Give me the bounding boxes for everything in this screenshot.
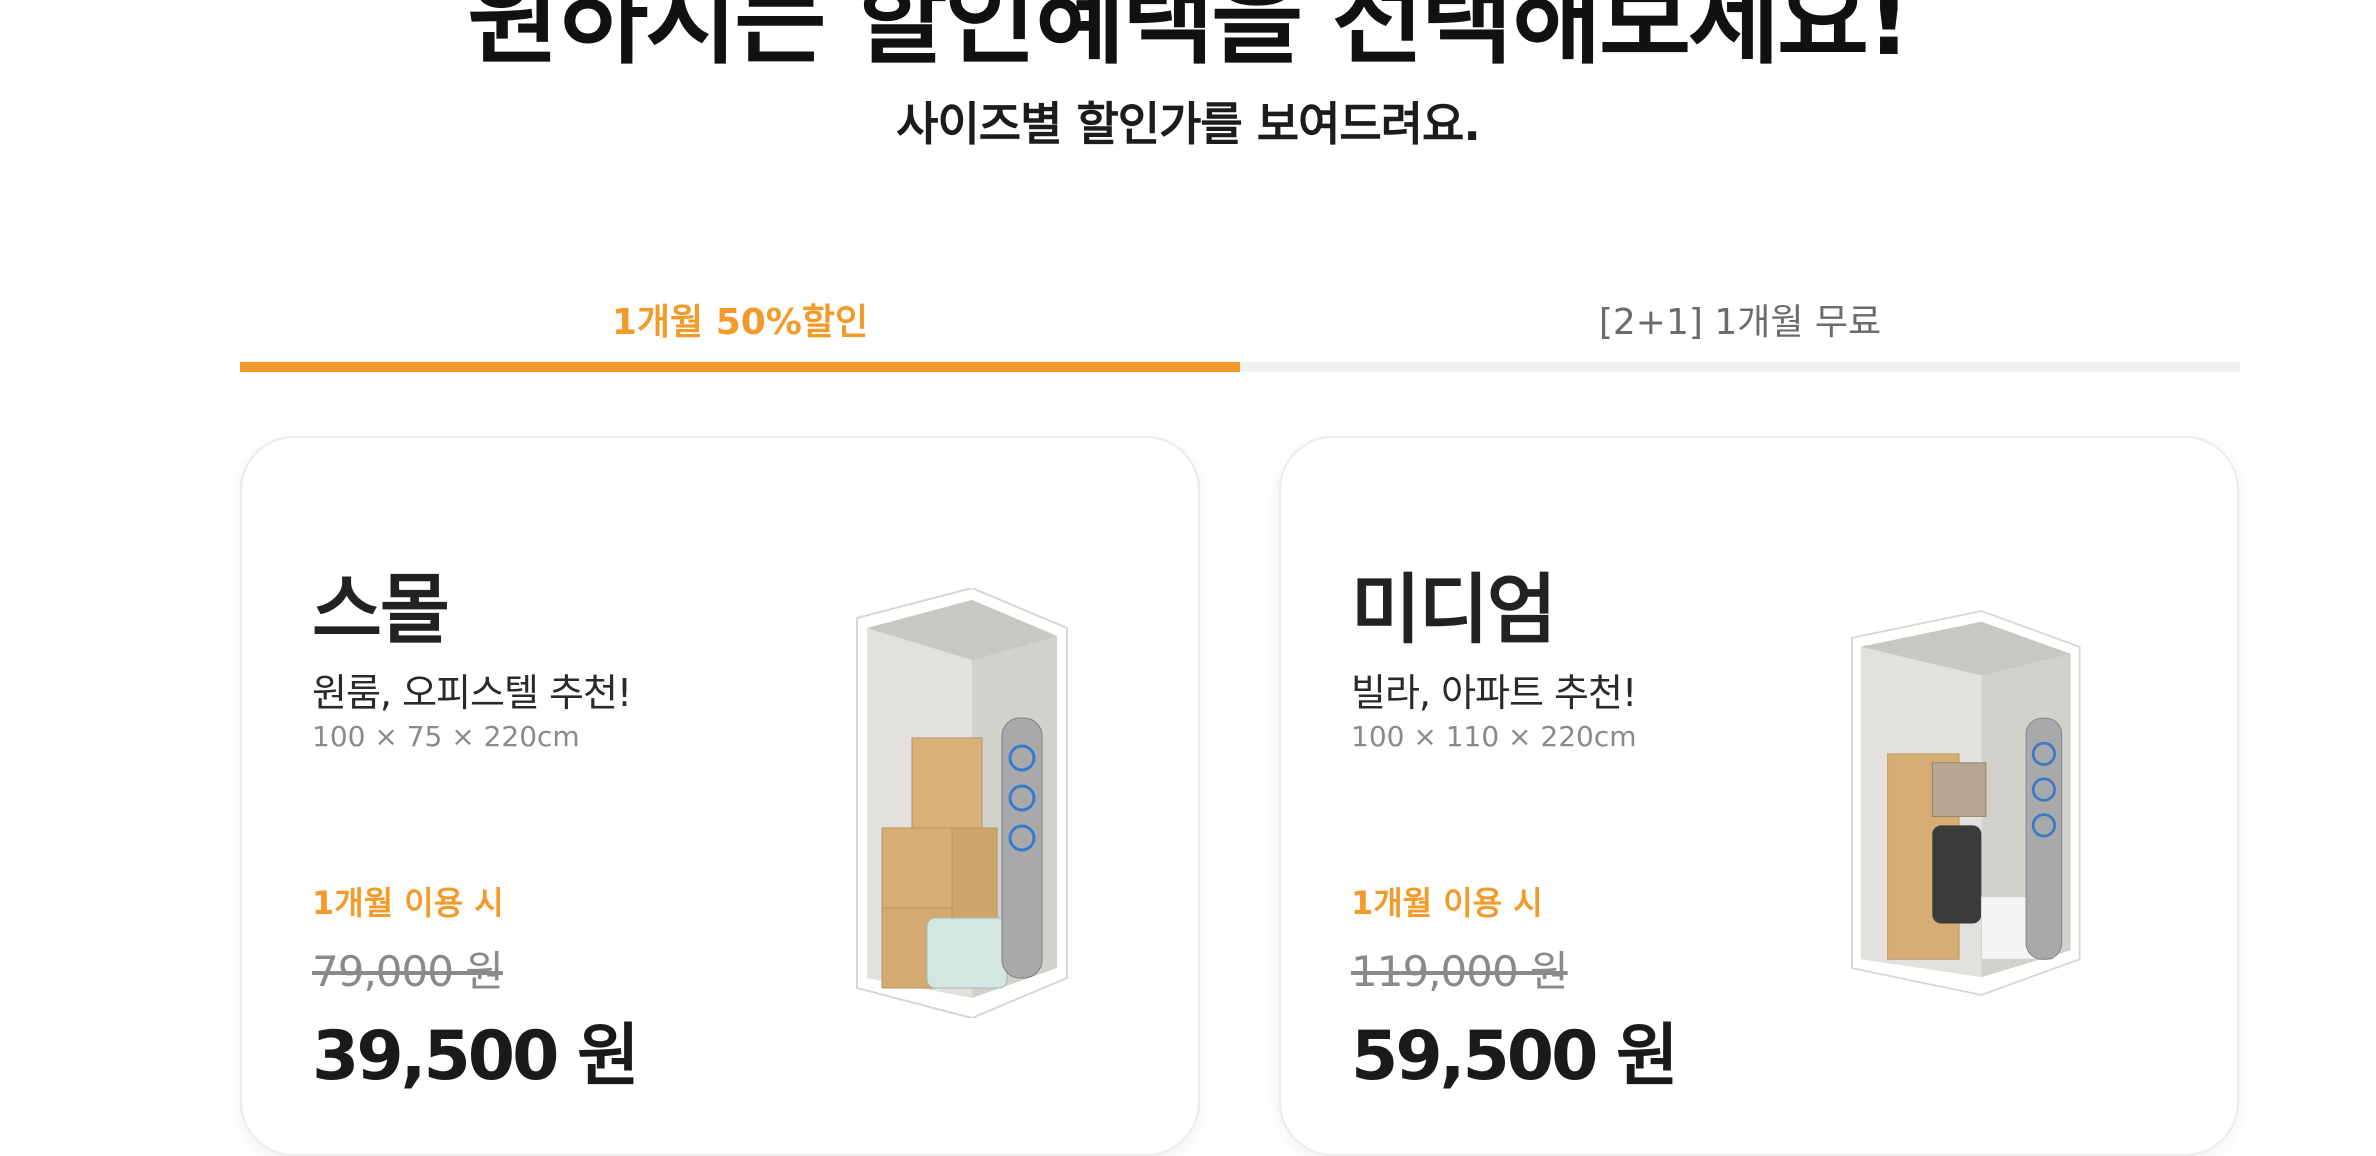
card-original-price: 119,000 원 xyxy=(1351,947,1569,996)
tab-monthly-50-discount[interactable]: 1개월 50%할인 xyxy=(240,280,1240,372)
discount-tabs: 1개월 50%할인 [2+1] 1개월 무료 xyxy=(240,280,2240,372)
card-dimensions: 100 × 110 × 220cm xyxy=(1351,720,1637,753)
card-title: 미디엄 xyxy=(1351,565,1557,654)
card-dimensions: 100 × 75 × 220cm xyxy=(312,720,580,753)
tab-label: 1개월 50%할인 xyxy=(611,302,869,343)
storage-unit-small-illustration xyxy=(856,588,1068,1018)
card-description: 빌라, 아파트 추천! xyxy=(1351,671,1637,715)
card-period-label: 1개월 이용 시 xyxy=(312,884,504,922)
card-description: 원룸, 오피스텔 추천! xyxy=(312,671,632,715)
page-subheading: 사이즈별 할인가를 보여드려요. xyxy=(896,97,1481,151)
storage-card-medium[interactable]: 미디엄 빌라, 아파트 추천! 100 × 110 × 220cm 1개월 이용… xyxy=(1279,436,2239,1156)
tab-active-indicator xyxy=(240,362,1240,372)
card-discount-price: 59,500 원 xyxy=(1351,1017,1679,1096)
tab-indicator xyxy=(1240,362,2240,372)
card-original-price: 79,000 원 xyxy=(312,947,504,996)
tab-label: [2+1] 1개월 무료 xyxy=(1598,302,1882,343)
card-period-label: 1개월 이용 시 xyxy=(1351,884,1543,922)
card-title: 스몰 xyxy=(312,565,450,654)
storage-unit-medium-illustration xyxy=(1851,610,2081,996)
page-heading: 원하시는 할인혜택을 선택해보세요! xyxy=(467,0,1911,78)
card-discount-price: 39,500 원 xyxy=(312,1017,640,1096)
storage-card-small[interactable]: 스몰 원룸, 오피스텔 추천! 100 × 75 × 220cm 1개월 이용 … xyxy=(240,436,1200,1156)
tab-2plus1-free-month[interactable]: [2+1] 1개월 무료 xyxy=(1240,280,2240,372)
